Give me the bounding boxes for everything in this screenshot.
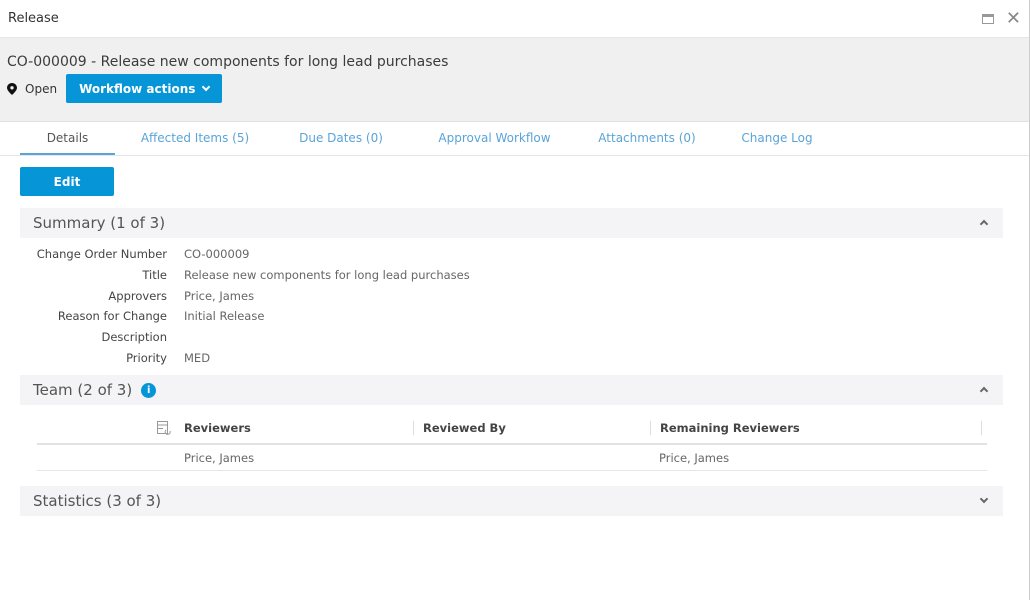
title-bar: Release ✕ — [0, 0, 1029, 38]
team-table: Reviewers Reviewed By Remaining Reviewer… — [37, 413, 987, 471]
tab-change-log[interactable]: Change Log — [712, 122, 842, 155]
maximize-icon[interactable] — [981, 13, 994, 24]
summary-fields: Change Order Number CO-000009 Title Releas… — [20, 244, 470, 368]
summary-title: Summary (1 of 3) — [33, 214, 166, 232]
map-pin-icon — [7, 82, 17, 95]
chevron-down-icon[interactable] — [979, 494, 989, 504]
status-label: Open — [25, 81, 58, 96]
tab-affected-items[interactable]: Affected Items (5) — [115, 122, 275, 155]
cell-reviewers: Price, James — [184, 450, 255, 465]
team-section-header[interactable]: Team (2 of 3) i — [20, 375, 1003, 405]
column-reviewers[interactable]: Reviewers — [177, 421, 413, 435]
field-priority: Priority MED — [126, 350, 211, 365]
close-icon[interactable]: ✕ — [1006, 9, 1021, 28]
release-window: Release ✕ CO-000009 - Release new compon… — [0, 0, 1030, 600]
statistics-title: Statistics (3 of 3) — [33, 492, 162, 510]
change-order-title: CO-000009 - Release new components for l… — [7, 54, 449, 70]
field-description: Description — [101, 330, 168, 345]
tab-details[interactable]: Details — [20, 122, 115, 155]
tab-attachments[interactable]: Attachments (0) — [582, 122, 712, 155]
tab-approval-workflow[interactable]: Approval Workflow — [407, 122, 582, 155]
edit-button[interactable]: Edit — [20, 167, 114, 196]
field-reason-for-change: Reason for Change Initial Release — [57, 309, 265, 324]
column-reviewed-by[interactable]: Reviewed By — [413, 421, 650, 435]
chevron-up-icon[interactable] — [979, 219, 989, 229]
window-title: Release — [8, 11, 59, 26]
tab-due-dates[interactable]: Due Dates (0) — [275, 122, 407, 155]
column-remaining-reviewers[interactable]: Remaining Reviewers — [650, 421, 982, 435]
chevron-down-icon — [202, 82, 211, 91]
workflow-actions-button[interactable]: Workflow actions — [66, 74, 223, 103]
tab-bar: Details Affected Items (5) Due Dates (0)… — [0, 122, 1029, 156]
record-header: CO-000009 - Release new components for l… — [0, 38, 1029, 122]
column-settings-icon[interactable] — [157, 421, 171, 435]
team-title: Team (2 of 3) — [33, 381, 133, 399]
field-change-order-number: Change Order Number CO-000009 — [36, 247, 250, 262]
summary-section-header[interactable]: Summary (1 of 3) — [20, 208, 1003, 238]
statistics-section-header[interactable]: Statistics (3 of 3) — [20, 486, 1003, 516]
table-row: Price, James Price, James — [37, 445, 987, 471]
field-approvers: Approvers Price, James — [108, 288, 255, 303]
cell-remaining-reviewers: Price, James — [659, 450, 730, 465]
workflow-actions-label: Workflow actions — [79, 81, 196, 96]
table-header: Reviewers Reviewed By Remaining Reviewer… — [37, 413, 987, 445]
info-icon[interactable]: i — [141, 382, 157, 398]
field-title: Title Release new components for long lea… — [142, 268, 470, 283]
chevron-up-icon[interactable] — [979, 386, 989, 396]
